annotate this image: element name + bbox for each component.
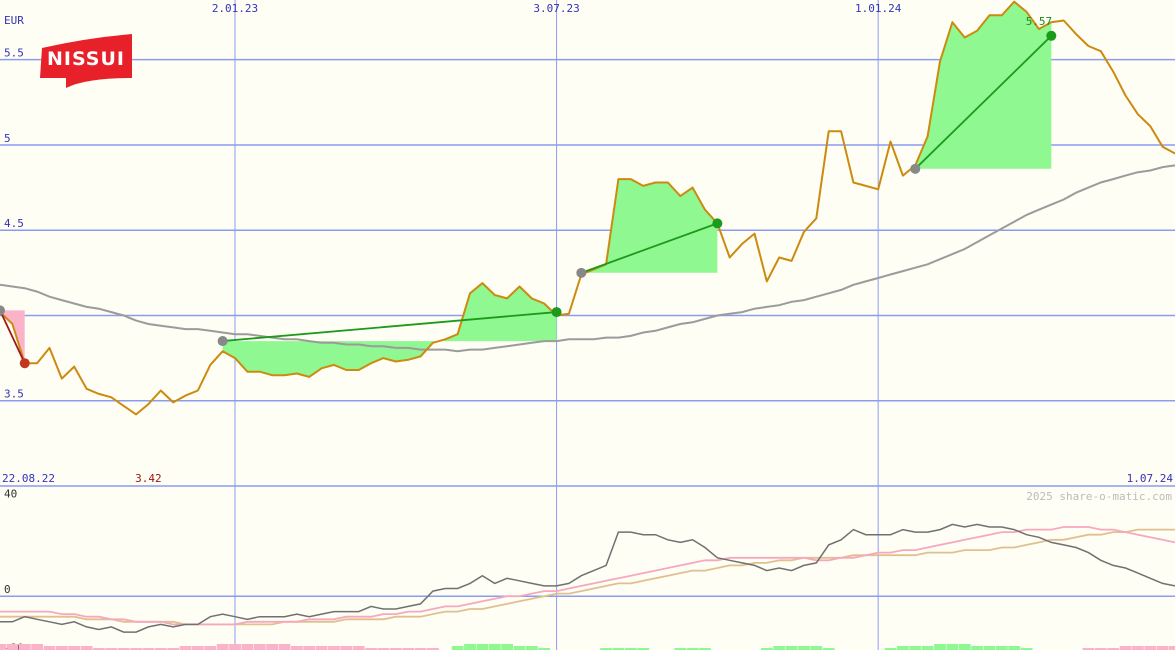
- histogram-bar: [179, 646, 192, 650]
- oscillator-tick-label: 0: [4, 583, 11, 596]
- histogram-bar: [340, 646, 353, 650]
- price-tick-label: 5.5: [4, 47, 24, 60]
- histogram-bar: [810, 646, 823, 650]
- histogram-bar: [921, 646, 934, 650]
- histogram-bar: [352, 646, 365, 650]
- histogram-bar: [996, 646, 1008, 650]
- high-price-label: 5.57: [1026, 15, 1053, 28]
- date-tick-label: 3.07.23: [533, 2, 579, 15]
- histogram-bar: [0, 644, 6, 650]
- histogram-bar: [971, 646, 983, 650]
- price-tick-label: 4.5: [4, 217, 24, 230]
- histogram-bar: [1119, 646, 1132, 650]
- histogram-bar: [526, 646, 538, 650]
- histogram-bar: [1008, 646, 1021, 650]
- histogram-bar: [315, 646, 328, 650]
- histogram-bar: [192, 646, 204, 650]
- trade-exit-marker: [551, 307, 562, 318]
- trade-exit-marker: [1046, 30, 1057, 41]
- start-date-label: 22.08.22: [2, 472, 55, 485]
- watermark: 2025 share-o-matic.com: [1026, 490, 1172, 503]
- histogram-bar: [785, 646, 798, 650]
- histogram-bar: [1144, 646, 1157, 650]
- histogram-bar: [909, 646, 922, 650]
- histogram-bar: [278, 644, 291, 650]
- histogram-bar: [31, 644, 43, 650]
- chart-canvas: 3.5 4.5 5 5.5 2.01.23 3.07.23 1.01.24 EUR 3.42 5.…: [0, 0, 1175, 650]
- histogram-bar: [56, 646, 68, 650]
- histogram-bar: [328, 646, 340, 650]
- histogram-bar: [983, 646, 996, 650]
- histogram-bar: [6, 644, 19, 650]
- stock-chart: 3.5 4.5 5 5.5 2.01.23 3.07.23 1.01.24 EUR 3.42 5.…: [0, 0, 1175, 650]
- trade-entry-marker: [576, 267, 587, 278]
- histogram-bar: [68, 646, 81, 650]
- histogram-bar: [80, 646, 93, 650]
- histogram-bar: [253, 644, 266, 650]
- trade-exit-marker: [19, 358, 30, 369]
- date-tick-label: 2.01.23: [212, 2, 258, 15]
- histogram-bar: [897, 646, 909, 650]
- oscillator-tick-label: 40: [4, 488, 17, 501]
- histogram-bar: [513, 646, 526, 650]
- histogram-bar: [946, 644, 959, 650]
- price-tick-label: 5: [4, 132, 11, 145]
- histogram-bar: [488, 644, 501, 650]
- company-logo: NISSUI: [40, 34, 132, 88]
- histogram-bar: [1169, 646, 1175, 650]
- histogram-bar: [798, 646, 810, 650]
- logo-text: NISSUI: [47, 48, 125, 70]
- histogram-bar: [476, 644, 489, 650]
- date-tick-label: 1.01.24: [855, 2, 902, 15]
- low-price-label: 3.42: [135, 472, 162, 485]
- trade-entry-marker: [910, 163, 921, 174]
- histogram-bar: [229, 644, 241, 650]
- histogram-bar: [43, 646, 56, 650]
- histogram-bar: [291, 646, 303, 650]
- price-tick-label: 3.5: [4, 388, 24, 401]
- end-date-label: 1.07.24: [1127, 472, 1174, 485]
- histogram-bar: [18, 644, 31, 650]
- histogram-bar: [451, 646, 464, 650]
- histogram-bar: [934, 644, 946, 650]
- histogram-bar: [1156, 646, 1169, 650]
- histogram-bar: [1132, 646, 1144, 650]
- histogram-bar: [241, 644, 254, 650]
- histogram-bar: [266, 644, 278, 650]
- histogram-bar: [958, 644, 971, 650]
- histogram-bar: [773, 646, 786, 650]
- histogram-bar: [501, 644, 513, 650]
- trade-exit-marker: [712, 218, 723, 229]
- histogram-bar: [204, 646, 217, 650]
- histogram-bar: [303, 646, 316, 650]
- currency-label: EUR: [4, 14, 24, 27]
- histogram-bar: [216, 644, 229, 650]
- trade-entry-marker: [217, 336, 228, 347]
- histogram-bar: [464, 644, 476, 650]
